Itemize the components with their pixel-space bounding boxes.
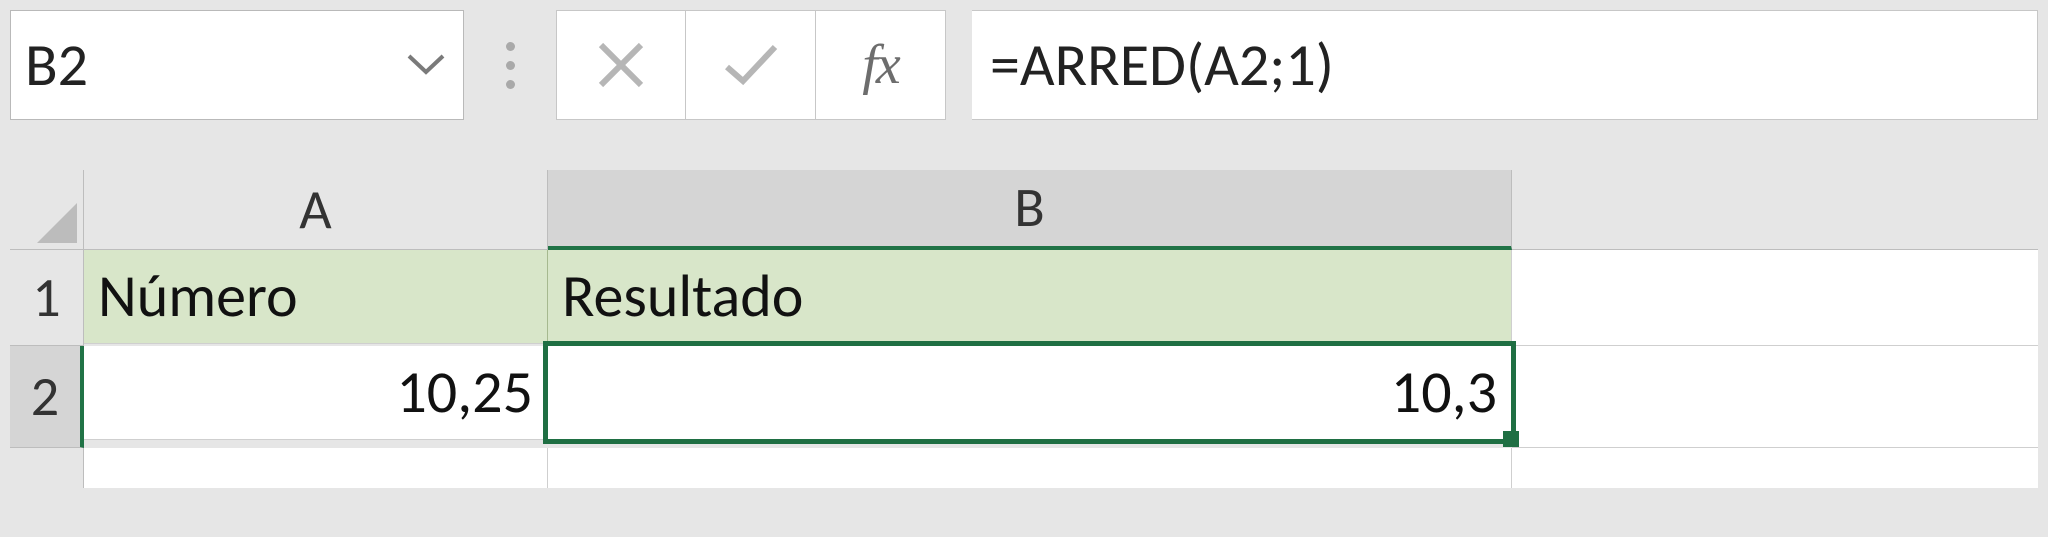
cancel-icon	[595, 39, 647, 91]
column-header-row: A B	[10, 170, 2038, 250]
column-header-label: B	[1014, 174, 1044, 242]
formula-bar: B2	[10, 10, 2038, 120]
row-header-label: 1	[32, 264, 60, 332]
cell-value: 10,3	[1391, 356, 1497, 429]
check-icon	[721, 41, 781, 89]
row-header-1[interactable]: 1	[10, 250, 84, 346]
row-filler	[1512, 448, 2038, 488]
row-1: 1 Número Resultado	[10, 250, 2038, 346]
cancel-button[interactable]	[556, 10, 686, 120]
column-header-label: A	[299, 176, 331, 244]
row-2: 2 10,25 10,3	[10, 346, 2038, 448]
cell-B3[interactable]	[548, 448, 1512, 488]
cell-A2[interactable]: 10,25	[84, 346, 548, 440]
row-header-label: 2	[31, 363, 59, 431]
chevron-down-icon[interactable]	[407, 54, 445, 76]
column-header-A[interactable]: A	[84, 170, 548, 250]
row-filler	[1512, 250, 2038, 346]
column-header-B[interactable]: B	[548, 170, 1512, 250]
cell-value: 10,25	[396, 356, 533, 429]
cell-B1[interactable]: Resultado	[548, 250, 1512, 344]
name-box-value: B2	[25, 29, 88, 102]
select-all-corner[interactable]	[10, 170, 84, 250]
excel-window: B2	[0, 0, 2048, 537]
cell-B2[interactable]: 10,3	[548, 346, 1512, 440]
select-all-triangle-icon	[37, 203, 77, 243]
name-box[interactable]: B2	[10, 10, 464, 120]
column-header-filler	[1512, 170, 2038, 250]
fx-icon: fx	[862, 33, 898, 97]
cell-value: Número	[98, 260, 298, 333]
insert-function-button[interactable]: fx	[816, 10, 946, 120]
spreadsheet-grid: A B 1 Número Resultado 2 10,25	[10, 170, 2038, 488]
formula-input[interactable]	[972, 10, 2038, 120]
fill-handle[interactable]	[1503, 431, 1519, 447]
row-filler	[1512, 346, 2038, 448]
selection-outline	[543, 341, 1516, 444]
row-header-3[interactable]	[10, 448, 84, 488]
formula-bar-buttons: fx	[556, 10, 946, 120]
row-header-2[interactable]: 2	[10, 346, 84, 448]
cell-A3[interactable]	[84, 448, 548, 488]
formula-bar-resize-grip[interactable]	[490, 10, 530, 120]
enter-button[interactable]	[686, 10, 816, 120]
cell-A1[interactable]: Número	[84, 250, 548, 344]
row-3-partial	[10, 448, 2038, 488]
cell-value: Resultado	[562, 260, 803, 333]
